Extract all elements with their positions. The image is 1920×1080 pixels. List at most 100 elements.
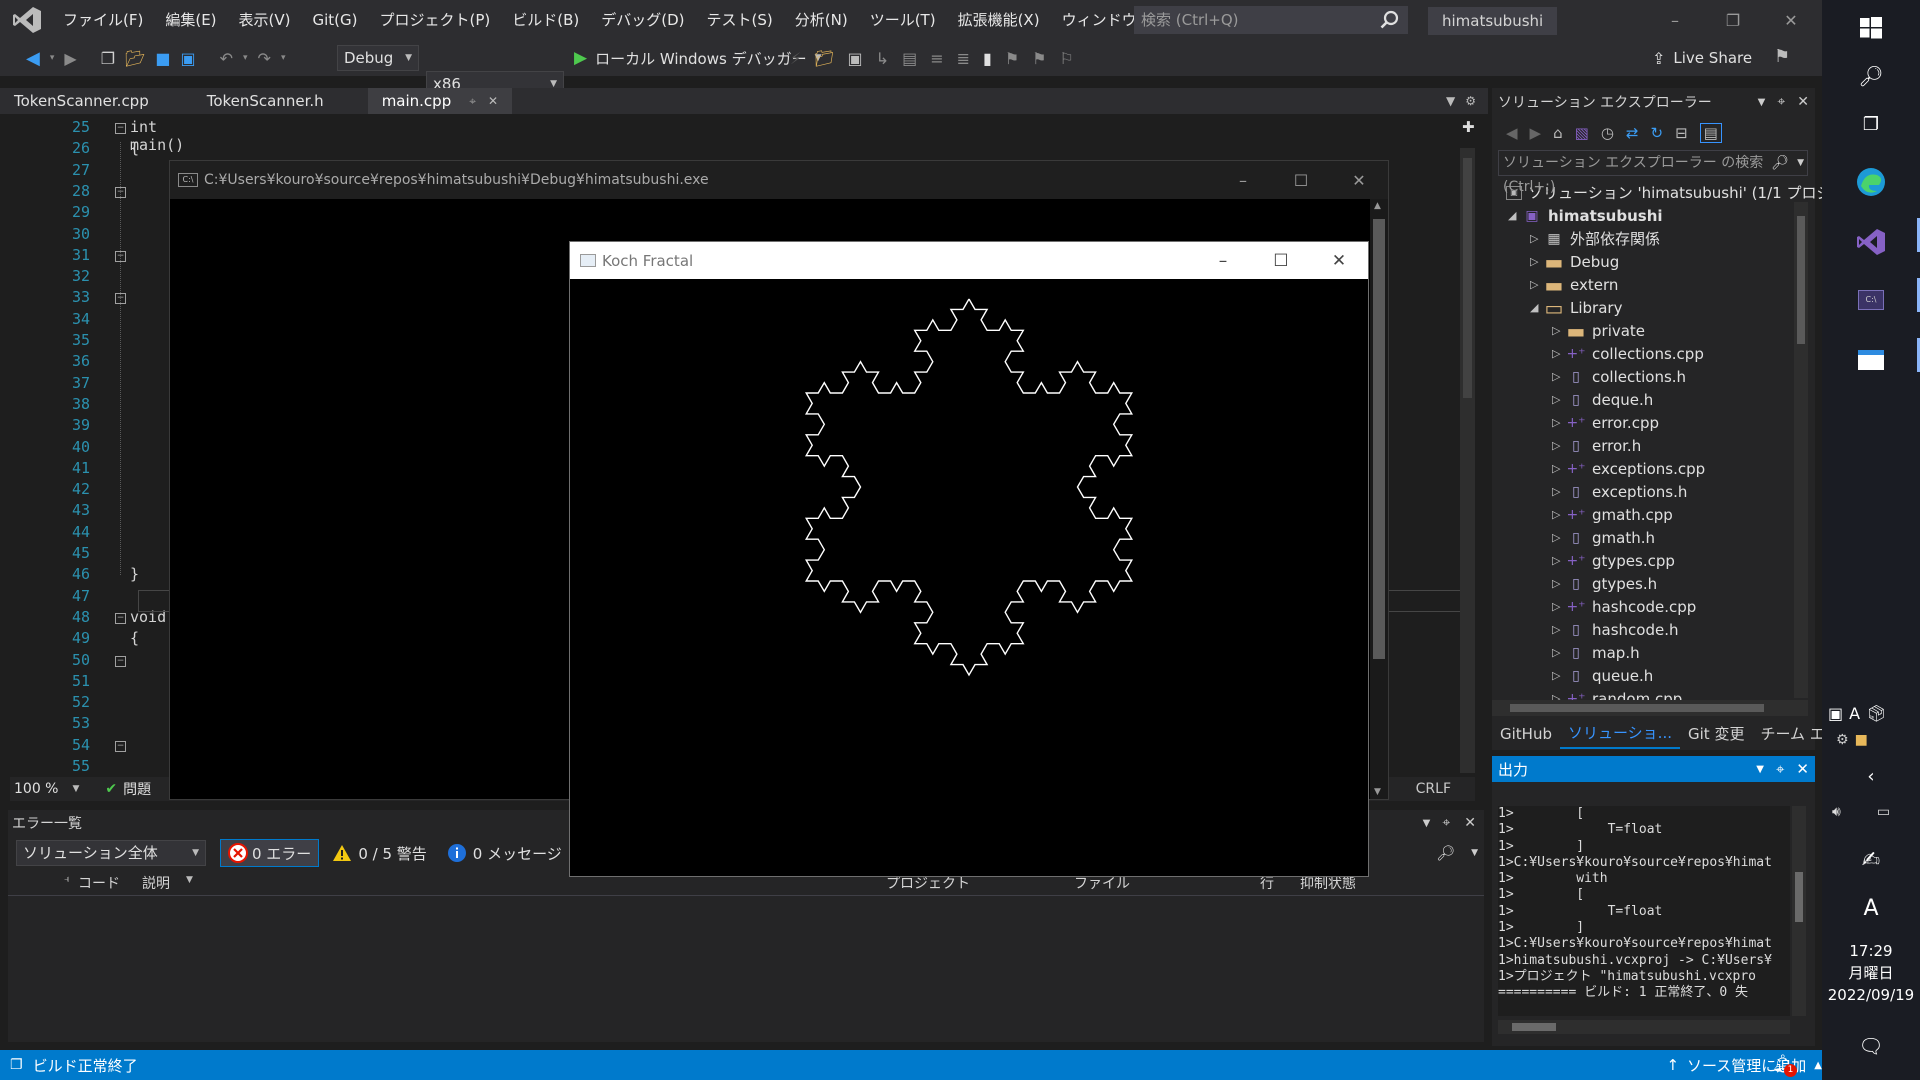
output-text[interactable]: 1> [1> T=float 1> ] 1>C:¥Users¥kouro¥sourc… <box>1498 806 1790 1016</box>
pin-icon[interactable]: ⌖ <box>1777 94 1785 110</box>
tree-item[interactable]: ▷ ▯ deque.h <box>1552 388 1653 411</box>
collapsed-icon[interactable]: ▷ <box>1552 554 1566 567</box>
collapsed-icon[interactable]: ▷ <box>1552 485 1566 498</box>
document-tab[interactable]: TokenScanner.h <box>193 88 338 114</box>
task-view-icon[interactable]: ❐ <box>1822 96 1920 152</box>
tray-app-icon[interactable]: 📦︎ <box>1866 704 1886 723</box>
expanded-icon[interactable]: ◢ <box>1508 209 1522 222</box>
screenshot-icon[interactable]: ▣ <box>848 49 863 68</box>
show-all-files-icon[interactable]: ▤ <box>1699 123 1722 143</box>
indent-icon[interactable]: ≡ <box>930 49 943 68</box>
search-icon[interactable]: 🔎︎ <box>1436 844 1455 862</box>
show-hidden-icons-chevron-icon[interactable]: ‹ <box>1822 748 1920 804</box>
chevron-down-icon[interactable]: ▼ <box>1471 848 1478 858</box>
close-panel-icon[interactable]: ✕ <box>1464 815 1476 831</box>
column-code[interactable]: コード <box>78 873 120 893</box>
minimize-icon[interactable]: – <box>1214 161 1272 199</box>
menu-item[interactable]: ファイル(F) <box>52 0 154 40</box>
minimize-icon[interactable]: – <box>1646 0 1704 40</box>
errors-filter-button[interactable]: 0 エラー <box>220 839 320 867</box>
editor-scrollbar-thumb[interactable] <box>1463 158 1472 398</box>
collapsed-icon[interactable]: ▷ <box>1552 646 1566 659</box>
tree-item[interactable]: ▷ +⁺ exceptions.cpp <box>1552 457 1705 480</box>
bookmark-clear-icon[interactable]: ⚐ <box>1060 49 1074 68</box>
collapse-all-icon[interactable]: ⊟ <box>1675 124 1688 142</box>
chevron-down-icon[interactable]: ▼ <box>72 784 79 794</box>
tool-window-tab[interactable]: Git 変更 <box>1680 720 1752 748</box>
close-tab-icon[interactable]: ✕ <box>488 88 498 114</box>
menu-item[interactable]: 表示(V) <box>228 0 302 40</box>
tree-item[interactable]: ▷ ▯ map.h <box>1552 641 1640 664</box>
tree-item[interactable]: ▷ ▯ hashcode.h <box>1552 618 1678 641</box>
column-description[interactable]: 説明 <box>142 873 170 893</box>
output-scrollbar[interactable] <box>1792 806 1806 1016</box>
warnings-filter-button[interactable]: 0 / 5 警告 <box>325 839 433 867</box>
collapsed-icon[interactable]: ▷ <box>1552 439 1566 452</box>
tree-item[interactable]: ▷ +⁺ hashcode.cpp <box>1552 595 1696 618</box>
collapsed-icon[interactable]: ▷ <box>1552 324 1566 337</box>
undo-icon[interactable]: ↶ <box>220 49 233 68</box>
pin-icon[interactable]: ⌖ <box>1442 815 1450 831</box>
pending-changes-icon[interactable]: ◷ <box>1601 124 1614 142</box>
solution-explorer-hscrollbar[interactable] <box>1492 700 1808 716</box>
refresh-icon[interactable]: ↻ <box>1650 124 1663 142</box>
panel-menu-icon[interactable]: ▼ <box>1423 818 1431 829</box>
navigate-forward-icon[interactable]: ▶︎ <box>64 49 76 68</box>
tree-item[interactable]: ▷ ▬ Debug <box>1530 250 1619 274</box>
tree-item[interactable]: ▷ ▬ private <box>1552 319 1645 343</box>
search-icon[interactable] <box>1380 10 1400 30</box>
tree-item[interactable]: ▷ ▯ queue.h <box>1552 664 1653 687</box>
hot-reload-icon[interactable]: ⚡︎ <box>790 49 801 68</box>
forward-icon[interactable]: ▶︎ <box>1530 124 1542 142</box>
volume-icon[interactable]: 🔊︎ <box>1832 804 1841 820</box>
start-debugging-button[interactable]: ▶ ローカル Windows デバッガー ▼ <box>574 44 822 72</box>
chevron-down-icon[interactable]: ▾ <box>50 53 55 63</box>
solution-explorer-scrollbar-thumb[interactable] <box>1797 216 1805 344</box>
output-hscrollbar-thumb[interactable] <box>1512 1023 1556 1031</box>
document-tab[interactable]: main.cpp ⌖ ✕ <box>367 88 513 114</box>
battery-icon[interactable]: ▭ <box>1877 804 1890 820</box>
close-icon[interactable]: ✕ <box>1330 161 1388 199</box>
menu-item[interactable]: テスト(S) <box>696 0 784 40</box>
tree-item[interactable]: ▷ ▯ gmath.h <box>1552 526 1655 549</box>
messages-filter-button[interactable]: 0 メッセージ <box>440 839 569 867</box>
output-hscrollbar[interactable] <box>1498 1020 1790 1034</box>
navigate-back-icon[interactable]: ◀︎ <box>26 48 40 69</box>
menu-item[interactable]: デバッグ(D) <box>590 0 695 40</box>
restore-icon[interactable]: ❐ <box>1704 0 1762 40</box>
split-editor-icon[interactable]: ✚ <box>1462 118 1475 136</box>
save-all-icon[interactable]: ▣ <box>180 49 195 68</box>
koch-window-taskbar-button[interactable] <box>1822 332 1920 388</box>
tree-item[interactable]: ▷ ▯ error.h <box>1552 434 1641 457</box>
koch-fractal-window[interactable]: Koch Fractal – ☐ ✕ <box>569 241 1369 877</box>
tree-item[interactable]: ▷ ▯ gtypes.h <box>1552 572 1657 595</box>
menu-item[interactable]: ビルド(B) <box>501 0 590 40</box>
collapse-region-icon[interactable]: − <box>115 740 126 752</box>
chevron-down-icon[interactable]: ▾ <box>243 53 248 63</box>
chevron-down-icon[interactable]: ▾ <box>281 53 286 63</box>
tree-item[interactable]: ▷ ▯ exceptions.h <box>1552 480 1687 503</box>
collapsed-icon[interactable]: ▷ <box>1552 623 1566 636</box>
tree-item[interactable]: ▷ +⁺ gtypes.cpp <box>1552 549 1675 572</box>
step-over-icon[interactable]: ↳ <box>876 49 889 68</box>
tree-item[interactable]: ▷ ▦ 外部依存関係 <box>1530 227 1660 250</box>
layout-icon[interactable]: ▤ <box>902 49 917 68</box>
open-folder-icon[interactable]: 📂︎ <box>125 49 145 68</box>
visual-studio-taskbar-button[interactable] <box>1822 214 1920 270</box>
solution-explorer-scrollbar[interactable] <box>1794 202 1808 698</box>
collapsed-icon[interactable]: ▷ <box>1530 232 1544 245</box>
panel-menu-icon[interactable]: ▼ <box>1756 764 1764 775</box>
menu-item[interactable]: ツール(T) <box>859 0 947 40</box>
bookmark-next-icon[interactable]: ⚑ <box>1032 49 1046 68</box>
error-scope-select[interactable]: ソリューション全体 ▼ <box>16 840 206 866</box>
pin-icon[interactable]: ⌖ <box>1776 760 1784 778</box>
collapsed-icon[interactable]: ▷ <box>1530 278 1544 291</box>
settings-gear-icon[interactable]: ⚙ <box>1465 94 1476 108</box>
bookmark-prev-icon[interactable]: ⚑ <box>1005 49 1019 68</box>
chevron-down-icon[interactable]: ▼ <box>186 875 193 885</box>
home-icon[interactable]: ⌂ <box>1553 124 1563 142</box>
clock[interactable]: 17:29 月曜日 2022/09/19 <box>1822 940 1920 1006</box>
collapse-region-icon[interactable]: − <box>115 655 126 667</box>
collapsed-icon[interactable]: ▷ <box>1552 600 1566 613</box>
bookmark-icon[interactable]: ▮ <box>983 49 992 68</box>
